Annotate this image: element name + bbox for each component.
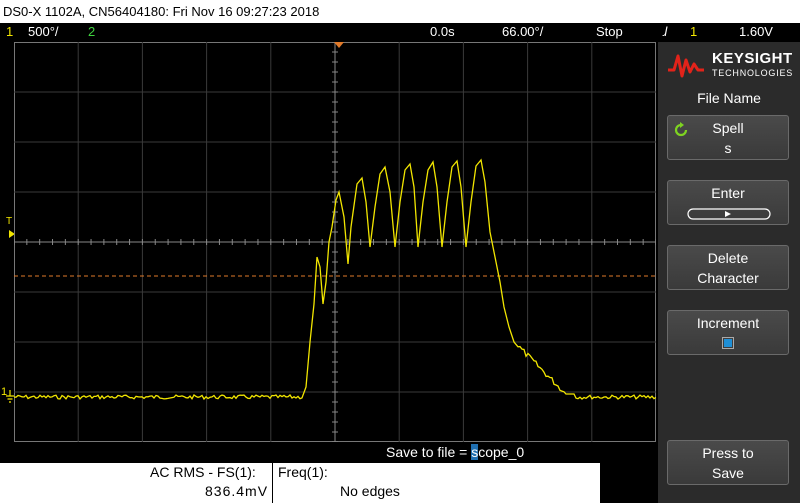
save-to-file-prefix: Save to file = — [386, 444, 472, 460]
status-bar: 1 500°/ 2 0.0s 66.00°/ Stop ɺ 1 1.60V — [0, 23, 800, 41]
channel-1-number[interactable]: 1 — [6, 23, 13, 41]
window-title-bar: DS0-X 1102A, CN56404180: Fri Nov 16 09:2… — [0, 0, 800, 23]
logo-brand: KEYSIGHT — [712, 50, 793, 67]
logo-subtitle: TECHNOLOGIES — [712, 68, 794, 78]
menu-title: File Name — [697, 90, 761, 106]
measurement-divider — [272, 463, 273, 503]
spell-value: s — [724, 140, 732, 156]
trigger-source[interactable]: 1 — [690, 23, 697, 41]
freq-label: Freq(1): — [278, 464, 328, 480]
keysight-logo-icon — [668, 54, 704, 78]
time-offset[interactable]: 0.0s — [430, 23, 455, 41]
channel-2-number[interactable]: 2 — [88, 23, 95, 41]
increment-checkbox — [722, 337, 734, 349]
enter-softkey[interactable]: Enter — [667, 180, 789, 225]
keysight-logo: KEYSIGHT TECHNOLOGIES — [666, 48, 796, 82]
character-label: Character — [697, 270, 759, 286]
channel-1-scale[interactable]: 500°/ — [28, 23, 59, 41]
bottom-info-bar: Save to file = scope_0 AC RMS - FS(1): 8… — [0, 442, 658, 503]
delete-character-softkey[interactable]: Delete Character — [667, 245, 789, 290]
press-to-save-softkey[interactable]: Press to Save — [667, 440, 789, 485]
softkey-panel: KEYSIGHT TECHNOLOGIES File Name Spell s … — [658, 42, 800, 503]
save-to-file-line[interactable]: Save to file = scope_0 — [386, 444, 524, 460]
freq-value: No edges — [340, 483, 400, 499]
window-title: DS0-X 1102A, CN56404180: Fri Nov 16 09:2… — [3, 4, 320, 19]
increment-checkbox-fill — [724, 339, 732, 347]
spell-label: Spell — [712, 120, 744, 136]
enter-label: Enter — [711, 185, 745, 201]
press-to-label: Press to — [702, 445, 754, 461]
enter-arrow-icon — [687, 208, 771, 220]
trigger-level[interactable]: 1.60V — [739, 23, 773, 41]
increment-label: Increment — [696, 315, 760, 331]
trigger-marker: T — [6, 216, 13, 227]
save-label: Save — [712, 465, 744, 481]
delete-label: Delete — [707, 250, 749, 266]
increment-softkey[interactable]: Increment — [667, 310, 789, 355]
waveform-display[interactable] — [14, 42, 656, 442]
measurement-panel: AC RMS - FS(1): 836.4mV Freq(1): No edge… — [0, 463, 600, 503]
spell-softkey[interactable]: Spell s — [667, 115, 789, 160]
trigger-slope-icon: ɺ — [663, 24, 668, 39]
ac-rms-label: AC RMS - FS(1): — [150, 464, 256, 480]
time-scale[interactable]: 66.00°/ — [502, 23, 543, 41]
ac-rms-value: 836.4mV — [205, 483, 269, 499]
run-state[interactable]: Stop — [596, 23, 623, 41]
filename-rest: cope_0 — [478, 444, 525, 460]
